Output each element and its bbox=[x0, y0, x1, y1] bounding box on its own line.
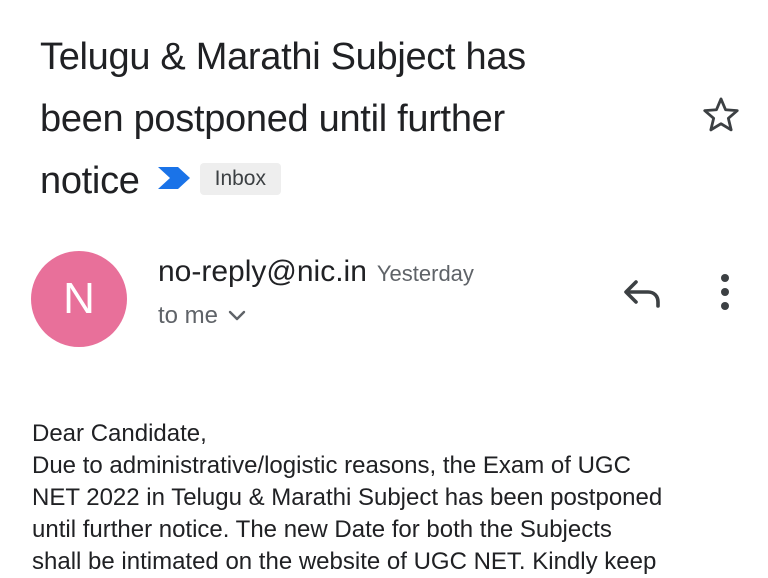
body-line: shall be intimated on the website of UGC… bbox=[32, 548, 657, 575]
body-line: Due to administrative/logistic reasons, … bbox=[32, 452, 631, 479]
subject-line-3-text: notice bbox=[40, 160, 140, 202]
body-line: NET 2022 in Telugu & Marathi Subject has… bbox=[32, 484, 663, 511]
sender-line: no-reply@nic.in Yesterday bbox=[158, 255, 474, 289]
inbox-label-chip[interactable]: Inbox bbox=[199, 162, 281, 195]
reply-icon[interactable] bbox=[620, 274, 666, 314]
avatar[interactable]: N bbox=[31, 251, 127, 347]
recipient-label: to me bbox=[158, 302, 219, 329]
body-line: until further notice. The new Date for b… bbox=[32, 516, 612, 543]
importance-marker-icon[interactable] bbox=[156, 148, 192, 210]
star-outline-icon[interactable] bbox=[700, 94, 742, 136]
subject-line-3: notice Inbox bbox=[40, 150, 640, 212]
sender-address[interactable]: no-reply@nic.in bbox=[158, 255, 367, 288]
message-time: Yesterday bbox=[376, 261, 474, 286]
subject-line-2: been postponed until further bbox=[40, 98, 505, 140]
body-line: Dear Candidate, bbox=[32, 420, 207, 447]
chevron-down-icon[interactable] bbox=[228, 301, 246, 329]
subject-line-1: Telugu & Marathi Subject has bbox=[40, 36, 526, 78]
email-body: Dear Candidate, Due to administrative/lo… bbox=[32, 418, 752, 578]
more-vert-icon[interactable] bbox=[712, 272, 738, 314]
email-subject: Telugu & Marathi Subject has been postpo… bbox=[40, 26, 640, 212]
recipient-details-toggle[interactable]: to me bbox=[158, 302, 246, 330]
